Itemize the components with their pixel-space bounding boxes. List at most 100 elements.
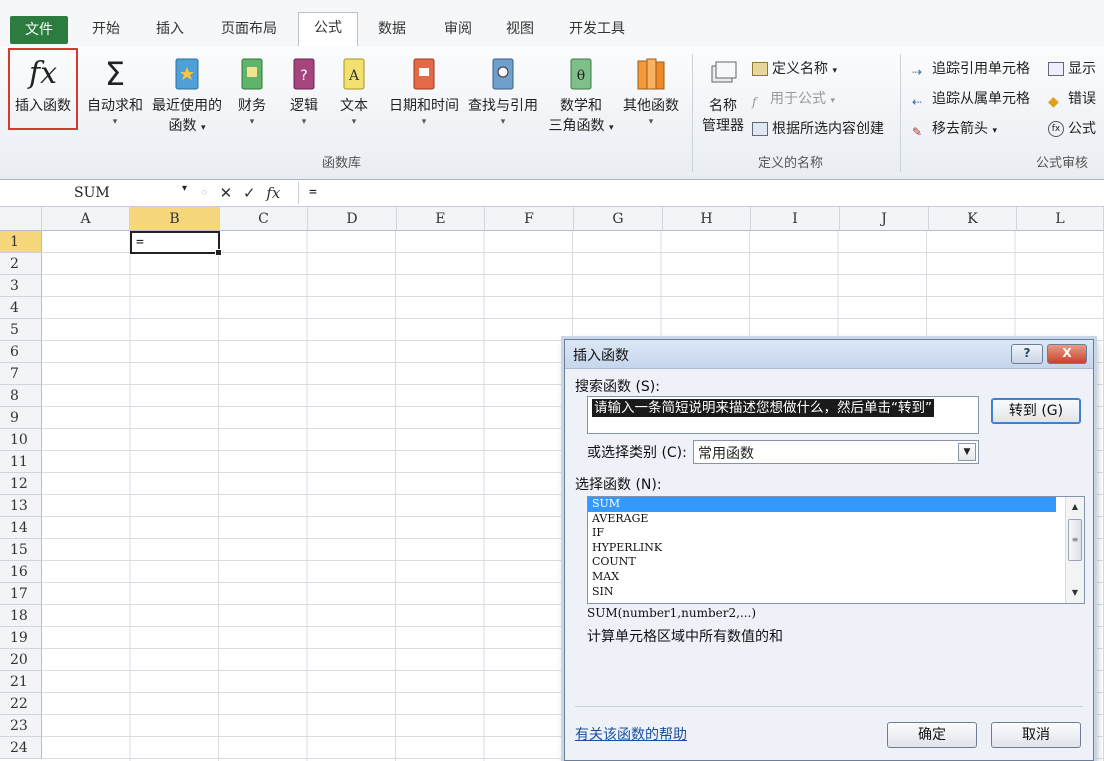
error-checking-button[interactable]: ◆ 错误 xyxy=(1048,88,1096,110)
row-header[interactable]: 1 xyxy=(0,231,42,253)
row-header[interactable]: 4 xyxy=(0,297,42,319)
function-help-link[interactable]: 有关该函数的帮助 xyxy=(575,724,687,744)
column-header[interactable]: J xyxy=(840,207,929,231)
row-header[interactable]: 2 xyxy=(0,253,42,275)
define-name-button[interactable]: 定义名称 ▾ xyxy=(752,58,837,80)
datetime-button[interactable]: 日期和时间 ▾ xyxy=(384,56,464,128)
list-item[interactable]: MAX xyxy=(588,570,1056,585)
tab-insert[interactable]: 插入 xyxy=(150,14,190,44)
defined-names-group-label: 定义的名称 xyxy=(758,156,824,171)
evaluate-formula-button[interactable]: fx 公式 xyxy=(1048,118,1096,140)
row-header[interactable]: 10 xyxy=(0,429,42,451)
row-header[interactable]: 22 xyxy=(0,693,42,715)
row-header[interactable]: 7 xyxy=(0,363,42,385)
remove-arrows-label: 移去箭头 xyxy=(932,121,988,137)
tab-review[interactable]: 审阅 xyxy=(438,14,478,44)
category-select[interactable]: 常用函数 ▼ xyxy=(693,440,979,464)
tab-data[interactable]: 数据 xyxy=(372,14,412,44)
remove-arrows-button[interactable]: ✎ 移去箭头 ▾ xyxy=(912,118,997,140)
row-header[interactable]: 18 xyxy=(0,605,42,627)
scroll-thumb[interactable]: ≡ xyxy=(1068,519,1082,561)
row-header[interactable]: 23 xyxy=(0,715,42,737)
close-icon[interactable]: X xyxy=(1047,344,1087,364)
row-header[interactable]: 24 xyxy=(0,737,42,759)
tab-page-layout[interactable]: 页面布局 xyxy=(216,14,282,44)
trace-precedents-button[interactable]: ⇢ 追踪引用单元格 xyxy=(912,58,1030,80)
logical-button[interactable]: ? 逻辑 ▾ xyxy=(284,56,324,128)
column-header[interactable]: H xyxy=(663,207,751,231)
column-header[interactable]: D xyxy=(308,207,397,231)
text-button[interactable]: A 文本 ▾ xyxy=(334,56,374,128)
ribbon-formulas: fx 插入函数 Σ 自动求和 ▾ 最近使用的 函数 ▾ 财务 ▾ ? 逻辑 ▾ … xyxy=(0,46,1104,180)
chevron-down-icon[interactable]: ▼ xyxy=(958,443,976,461)
column-header[interactable]: G xyxy=(574,207,663,231)
cancel-icon[interactable]: ✕ xyxy=(220,184,233,202)
column-header[interactable]: L xyxy=(1017,207,1104,231)
dialog-title-bar[interactable]: 插入函数 ? X xyxy=(565,340,1093,369)
use-in-formula-button[interactable]: f 用于公式 ▾ xyxy=(752,88,835,110)
row-header[interactable]: 14 xyxy=(0,517,42,539)
formula-input[interactable]: = xyxy=(298,182,1104,204)
other-functions-button[interactable]: 其他函数 ▾ xyxy=(618,56,684,128)
create-from-selection-button[interactable]: 根据所选内容创建 xyxy=(752,118,884,140)
column-header[interactable]: B xyxy=(130,207,220,231)
name-box[interactable]: SUM xyxy=(6,182,194,204)
list-item[interactable]: HYPERLINK xyxy=(588,541,1056,556)
row-header[interactable]: 8 xyxy=(0,385,42,407)
row-header[interactable]: 19 xyxy=(0,627,42,649)
row-header[interactable]: 6 xyxy=(0,341,42,363)
goto-button[interactable]: 转到 (G) xyxy=(991,398,1081,424)
function-listbox[interactable]: SUM AVERAGE IF HYPERLINK COUNT MAX SIN ▲… xyxy=(587,496,1085,604)
name-box-dropdown-icon[interactable]: ▾ xyxy=(182,183,187,194)
list-item[interactable]: COUNT xyxy=(588,555,1056,570)
list-item[interactable]: AVERAGE xyxy=(588,512,1056,527)
tab-file[interactable]: 文件 xyxy=(10,16,68,44)
cancel-button[interactable]: 取消 xyxy=(991,722,1081,748)
math-trig-button[interactable]: θ 数学和 三角函数 ▾ xyxy=(546,56,616,138)
row-header[interactable]: 13 xyxy=(0,495,42,517)
column-header[interactable]: A xyxy=(42,207,130,231)
search-function-label: 搜索函数 (S): xyxy=(575,379,660,395)
enter-icon[interactable]: ✓ xyxy=(243,184,256,202)
active-cell-b1[interactable]: = xyxy=(130,231,222,256)
show-formulas-button[interactable]: 显示 xyxy=(1048,58,1096,80)
tag-icon xyxy=(752,62,768,76)
column-header[interactable]: F xyxy=(485,207,574,231)
fx-icon[interactable]: fx xyxy=(266,184,280,202)
help-icon[interactable]: ? xyxy=(1011,344,1043,364)
row-header[interactable]: 9 xyxy=(0,407,42,429)
list-scrollbar[interactable]: ▲ ≡ ▼ xyxy=(1065,497,1084,603)
row-header[interactable]: 20 xyxy=(0,649,42,671)
list-item[interactable]: IF xyxy=(588,526,1056,541)
ok-button[interactable]: 确定 xyxy=(887,722,977,748)
tab-developer[interactable]: 开发工具 xyxy=(564,14,630,44)
autosum-button[interactable]: Σ 自动求和 ▾ xyxy=(82,56,148,128)
row-header[interactable]: 3 xyxy=(0,275,42,297)
row-header[interactable]: 5 xyxy=(0,319,42,341)
recently-used-button[interactable]: 最近使用的 函数 ▾ xyxy=(148,56,226,138)
tab-view[interactable]: 视图 xyxy=(500,14,540,44)
column-header[interactable]: E xyxy=(397,207,485,231)
name-manager-button[interactable]: 名称 管理器 xyxy=(698,56,748,136)
search-function-input[interactable]: 请输入一条简短说明来描述您想做什么，然后单击“转到” xyxy=(587,396,979,434)
scroll-down-icon[interactable]: ▼ xyxy=(1066,585,1084,601)
select-all-corner[interactable] xyxy=(0,207,42,231)
row-header[interactable]: 15 xyxy=(0,539,42,561)
trace-dependents-button[interactable]: ⇠ 追踪从属单元格 xyxy=(912,88,1030,110)
row-header[interactable]: 12 xyxy=(0,473,42,495)
row-header[interactable]: 21 xyxy=(0,671,42,693)
column-header[interactable]: I xyxy=(751,207,840,231)
dropdown-arrow-icon: ▾ xyxy=(112,117,118,127)
row-header[interactable]: 11 xyxy=(0,451,42,473)
column-header[interactable]: C xyxy=(220,207,308,231)
list-item[interactable]: SUM xyxy=(588,497,1056,512)
column-header[interactable]: K xyxy=(929,207,1017,231)
lookup-button[interactable]: 查找与引用 ▾ xyxy=(464,56,542,128)
list-item[interactable]: SIN xyxy=(588,585,1056,600)
scroll-up-icon[interactable]: ▲ xyxy=(1066,499,1084,515)
row-header[interactable]: 16 xyxy=(0,561,42,583)
tab-formulas[interactable]: 公式 xyxy=(298,12,358,47)
row-header[interactable]: 17 xyxy=(0,583,42,605)
financial-button[interactable]: 财务 ▾ xyxy=(232,56,272,128)
tab-home[interactable]: 开始 xyxy=(86,14,126,44)
